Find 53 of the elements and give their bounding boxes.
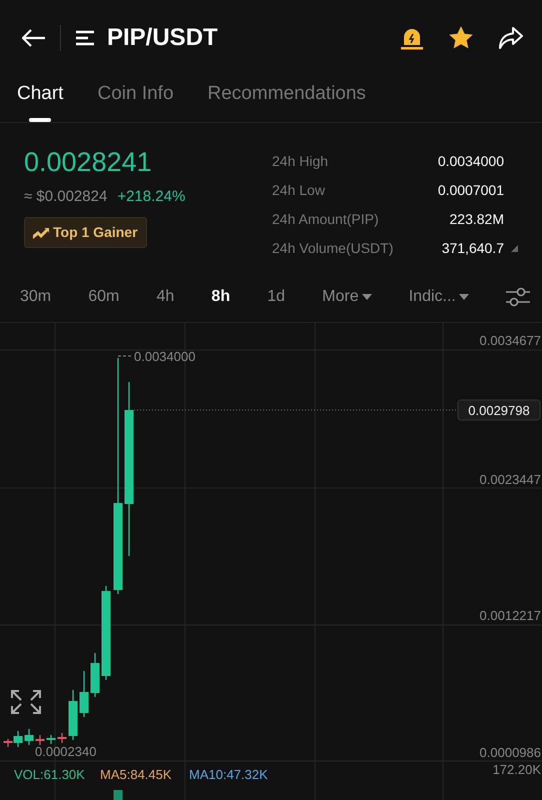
candle — [90, 653, 100, 697]
fullscreen-icon[interactable] — [11, 690, 41, 714]
trend-icon — [33, 225, 49, 239]
usd-price: ≈ $0.002824 — [24, 187, 108, 207]
dropdown-button[interactable]: Indic... — [408, 285, 469, 309]
volume-axis-label: 172.20K — [492, 762, 541, 777]
volume-legend-label: MA5:84.45K — [100, 767, 172, 782]
stat-label: 24h Volume(USDT) — [272, 239, 394, 258]
tab[interactable]: Coin Info — [97, 72, 174, 114]
stat-label: 24h Amount(PIP) — [272, 210, 379, 229]
tab[interactable]: Recommendations — [208, 72, 366, 114]
candle — [58, 733, 66, 743]
price-axis-label: 0.0000986 — [480, 745, 541, 760]
current-price-tag: 0.0029798 — [458, 400, 540, 420]
price-change: +218.24% — [117, 187, 186, 207]
menu-icon[interactable] — [75, 30, 95, 46]
volume-legend-label: MA10:47.32K — [189, 767, 268, 782]
interval-tab[interactable]: 30m — [20, 285, 52, 309]
low-price-label: 0.0002340 — [35, 744, 96, 759]
corner-icon[interactable] — [511, 245, 518, 252]
interval-tab[interactable]: 1d — [267, 285, 286, 309]
price-axis-label: 0.0012217 — [480, 608, 541, 623]
stat-value: 0.0034000 — [438, 152, 504, 171]
price-axis-label: 0.0023447 — [480, 472, 541, 487]
stat-value: 223.82M — [450, 210, 504, 229]
high-price-label: 0.0034000 — [134, 349, 196, 364]
candle — [46, 735, 56, 744]
last-price: 0.0028241 — [24, 149, 152, 176]
stat-value: 0.0007001 — [438, 181, 504, 200]
badge-label: Top 1 Gainer — [53, 222, 138, 242]
share-icon[interactable] — [498, 26, 524, 50]
tab[interactable]: Chart — [17, 72, 64, 114]
price-axis-label: 0.0034677 — [480, 333, 541, 348]
candle — [36, 735, 44, 745]
interval-tab[interactable]: 60m — [88, 285, 120, 309]
caret-icon — [458, 294, 469, 300]
candle — [80, 671, 88, 717]
candle — [68, 690, 78, 740]
volume-bar — [114, 790, 122, 800]
back-icon[interactable] — [22, 28, 46, 46]
volume-legend-label: VOL:61.30K — [14, 767, 85, 782]
caret-icon — [362, 294, 372, 300]
dropdown-button[interactable]: More — [322, 285, 372, 309]
stat-label: 24h High — [272, 152, 328, 171]
interval-tab[interactable]: 4h — [156, 285, 174, 309]
stat-label: 24h Low — [272, 181, 325, 200]
settings-icon[interactable] — [506, 287, 530, 307]
stat-value: 371,640.7 — [442, 239, 504, 258]
star-icon[interactable] — [448, 25, 474, 50]
pair-title: PIP/USDT — [107, 22, 218, 52]
tab-indicator — [29, 118, 52, 122]
candle — [24, 729, 34, 745]
interval-tab[interactable]: 8h — [211, 285, 230, 309]
